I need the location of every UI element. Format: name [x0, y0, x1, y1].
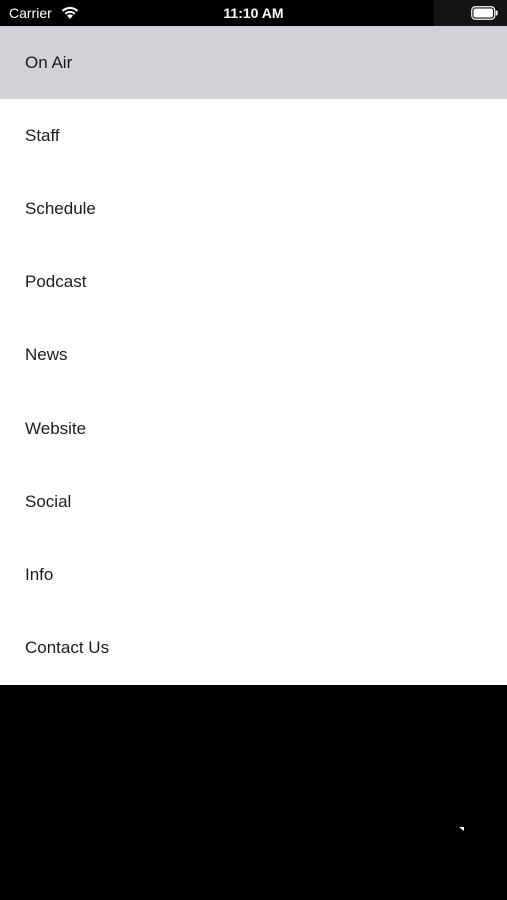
menu-item-label: News [25, 345, 68, 365]
menu-item-social[interactable]: Social [0, 465, 507, 538]
menu-item-contact-us[interactable]: Contact Us [0, 612, 507, 685]
menu-item-label: On Air [25, 52, 73, 72]
menu-item-website[interactable]: Website [0, 392, 507, 465]
side-menu: On Air Staff Schedule Podcast News Websi… [0, 26, 507, 685]
menu-item-label: Info [25, 564, 54, 584]
menu-item-news[interactable]: News [0, 319, 507, 392]
menu-item-info[interactable]: Info [0, 538, 507, 611]
menu-item-label: Staff [25, 125, 60, 145]
app-screen: Carrier 11:10 AM On Air Staff Schedule P… [0, 0, 507, 900]
content-backdrop [0, 685, 507, 900]
menu-item-podcast[interactable]: Podcast [0, 246, 507, 319]
status-bar: Carrier 11:10 AM [0, 0, 507, 26]
menu-item-schedule[interactable]: Schedule [0, 172, 507, 245]
menu-item-label: Website [25, 418, 87, 438]
battery-icon [471, 6, 498, 20]
menu-item-label: Contact Us [25, 638, 110, 658]
menu-item-on-air[interactable]: On Air [0, 26, 507, 100]
menu-item-label: Podcast [25, 272, 87, 292]
menu-item-label: Social [25, 491, 72, 511]
status-time: 11:10 AM [223, 5, 284, 21]
menu-item-label: Schedule [25, 198, 96, 218]
corner-marker-icon [459, 827, 464, 831]
menu-item-staff[interactable]: Staff [0, 99, 507, 172]
